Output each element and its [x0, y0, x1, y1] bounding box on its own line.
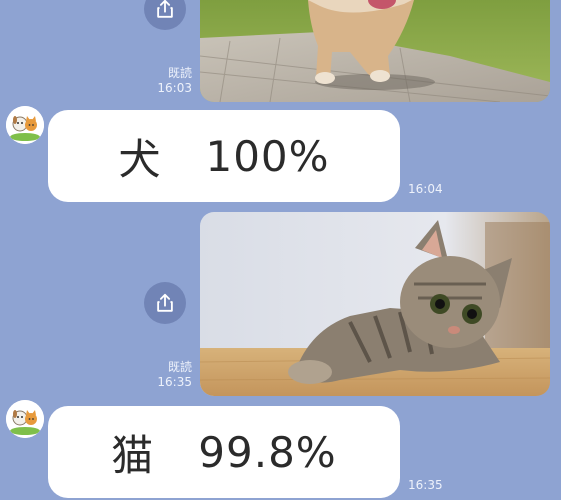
confidence-score: 100%: [205, 131, 330, 181]
share-button[interactable]: [144, 0, 186, 30]
avatar[interactable]: [6, 400, 44, 438]
dog-and-cat-avatar-icon: [6, 400, 44, 438]
message-bubble[interactable]: 猫 99.8%: [48, 406, 400, 498]
chat-area[interactable]: 既読 16:03 犬 100% 16:04 既読 16:35 猫 99.8% 1…: [0, 0, 561, 500]
message-meta: 既読 16:03: [152, 66, 192, 96]
read-receipt: 既読: [167, 66, 192, 80]
share-icon: [157, 0, 173, 18]
message-bubble[interactable]: 犬 100%: [48, 110, 400, 202]
share-icon: [157, 293, 173, 312]
message-time: 16:35: [157, 375, 192, 389]
animal-label: 犬: [118, 134, 162, 184]
share-button[interactable]: [144, 282, 186, 324]
dog-photo[interactable]: [200, 0, 550, 102]
message-time: 16:35: [408, 478, 443, 492]
message-time: 16:04: [408, 182, 443, 196]
dog-and-cat-avatar-icon: [6, 106, 44, 144]
message-meta: 既読 16:35: [152, 360, 192, 390]
cat-photo[interactable]: [200, 212, 550, 396]
message-time: 16:03: [157, 81, 192, 95]
read-receipt: 既読: [167, 360, 192, 374]
animal-label: 猫: [111, 430, 155, 480]
confidence-score: 99.8%: [198, 427, 337, 477]
avatar[interactable]: [6, 106, 44, 144]
